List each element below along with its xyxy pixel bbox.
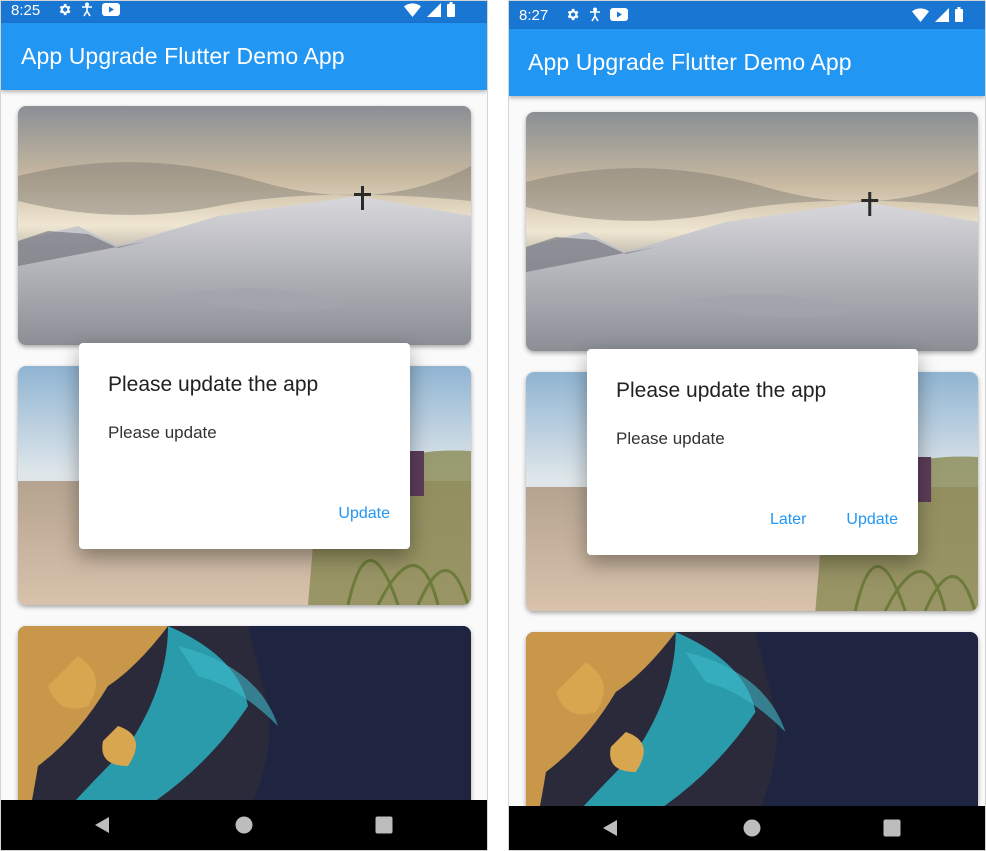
wifi-icon <box>912 7 929 22</box>
status-bar: 8:25 <box>1 1 487 23</box>
battery-icon <box>955 7 963 22</box>
signal-icon <box>427 2 441 17</box>
notification-icons <box>57 2 120 17</box>
update-dialog: Please update the app Please update Upda… <box>79 343 410 549</box>
system-icons <box>404 2 455 17</box>
battery-icon <box>447 2 455 17</box>
app-title: App Upgrade Flutter Demo App <box>21 43 345 69</box>
back-icon[interactable] <box>603 820 617 836</box>
snowy-hill-with-cross-photo <box>526 112 978 351</box>
app-bar: App Upgrade Flutter Demo App <box>509 29 985 96</box>
snowy-hill-with-cross-photo <box>18 106 471 345</box>
accessibility-icon <box>81 2 93 17</box>
aerial-coastline-photo <box>526 632 978 806</box>
aerial-coastline-photo <box>18 626 471 800</box>
signal-icon <box>935 7 949 22</box>
accessibility-icon <box>589 7 601 22</box>
navigation-bar <box>509 806 985 850</box>
dialog-title: Please update the app <box>616 379 827 402</box>
dialog-title: Please update the app <box>108 373 319 396</box>
image-card-coast[interactable] <box>18 626 471 800</box>
back-icon[interactable] <box>95 817 109 833</box>
home-icon[interactable] <box>743 819 761 837</box>
update-dialog: Please update the app Please update Late… <box>587 349 918 555</box>
wifi-icon <box>404 2 421 17</box>
image-card-snow[interactable] <box>526 112 978 351</box>
navigation-bar <box>1 800 487 850</box>
youtube-icon <box>610 8 628 21</box>
recents-icon[interactable] <box>883 819 901 837</box>
notification-icons <box>565 7 628 22</box>
update-button[interactable]: Update <box>846 511 898 529</box>
app-title: App Upgrade Flutter Demo App <box>528 49 852 75</box>
app-bar: App Upgrade Flutter Demo App <box>1 23 487 90</box>
status-time: 8:27 <box>519 7 549 24</box>
dialog-message: Please update <box>108 423 217 442</box>
image-card-snow[interactable] <box>18 106 471 345</box>
update-button[interactable]: Update <box>338 505 390 523</box>
settings-icon <box>57 2 72 17</box>
dialog-message: Please update <box>616 429 725 448</box>
dialog-actions: Update <box>338 505 390 523</box>
settings-icon <box>565 7 580 22</box>
image-card-coast[interactable] <box>526 632 978 806</box>
home-icon[interactable] <box>235 816 253 834</box>
youtube-icon <box>102 3 120 16</box>
status-bar: 8:27 <box>509 1 985 29</box>
status-time: 8:25 <box>11 2 41 19</box>
phone-screen-left: 8:25 App Upgrade Flutter Demo App Please… <box>0 0 488 851</box>
dialog-actions: Later Update <box>770 511 898 529</box>
recents-icon[interactable] <box>375 816 393 834</box>
phone-screen-right: 8:27 App Upgrade Flutter Demo App Please… <box>508 0 986 851</box>
later-button[interactable]: Later <box>770 511 806 529</box>
system-icons <box>912 7 963 22</box>
